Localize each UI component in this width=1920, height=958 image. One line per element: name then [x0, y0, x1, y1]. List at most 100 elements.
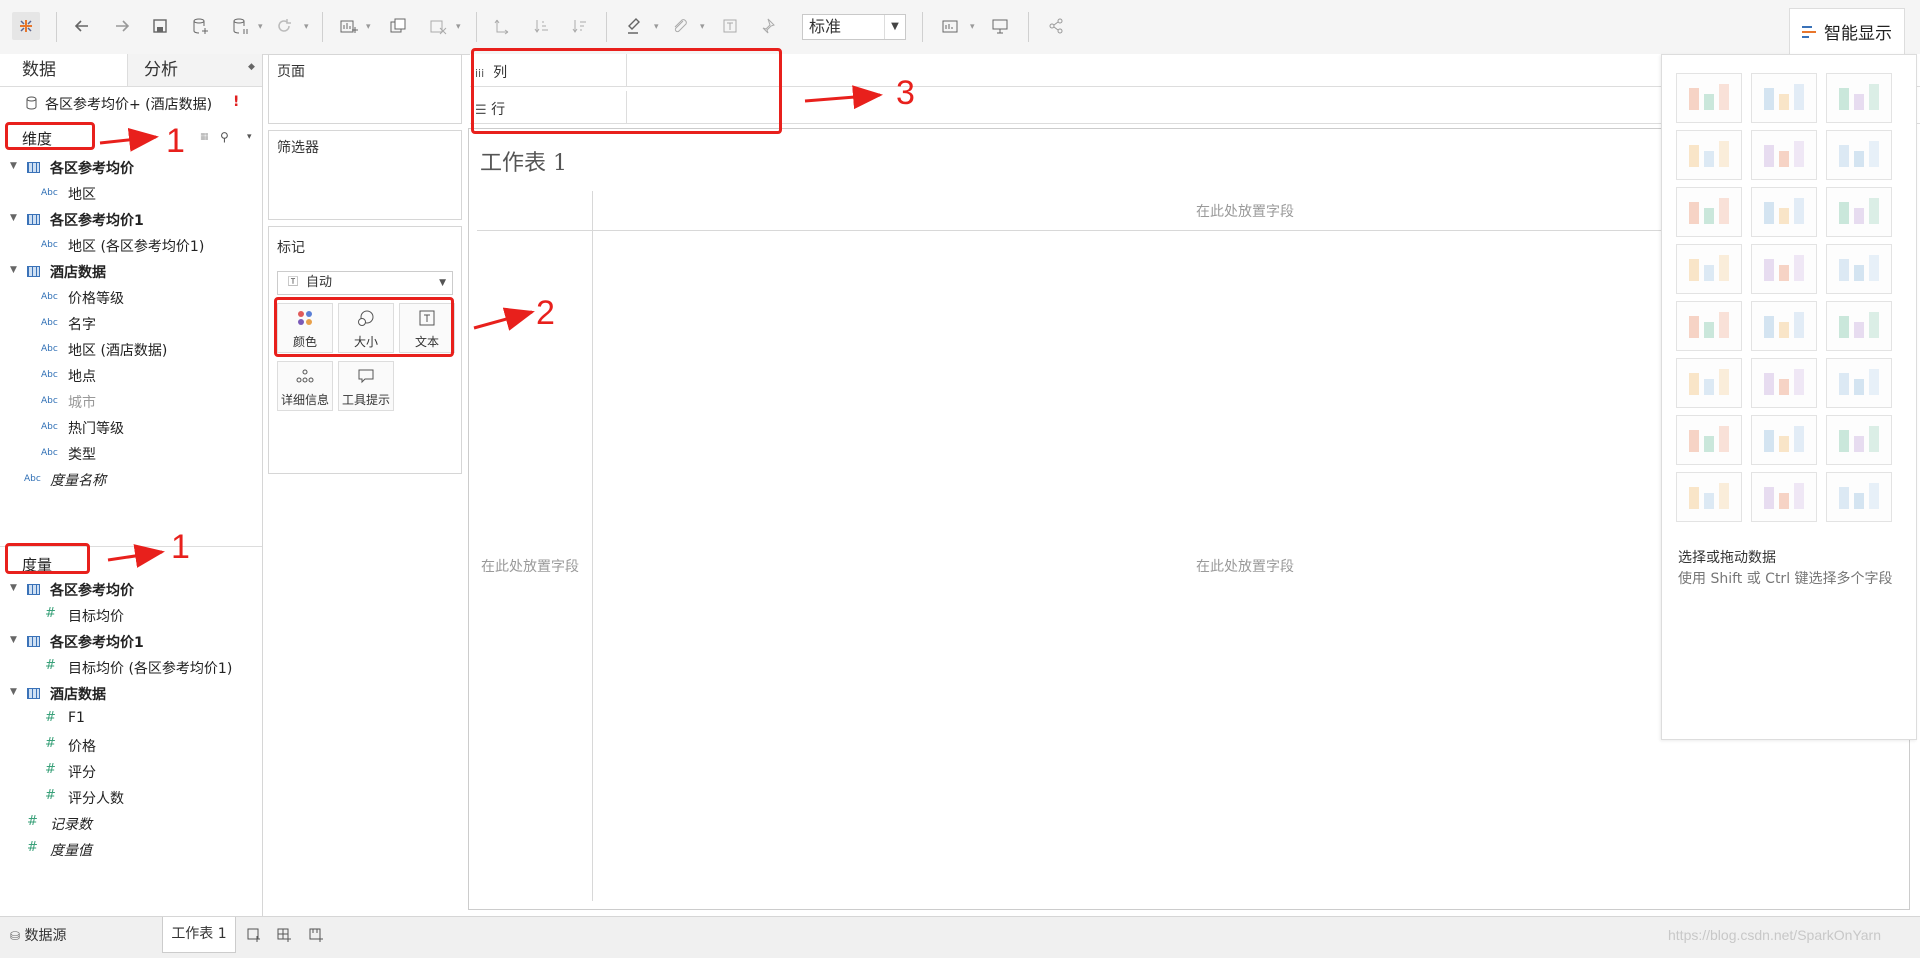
pause-updates-icon[interactable]: [226, 12, 254, 40]
field-item[interactable]: # 评分: [0, 760, 260, 784]
stacked-bars-chart-icon[interactable]: [1751, 187, 1817, 237]
field-item[interactable]: # 记录数: [0, 812, 260, 836]
pie-chart-chart-icon[interactable]: [1826, 130, 1892, 180]
field-item[interactable]: # 度量值: [0, 838, 260, 862]
tab-data[interactable]: 数据: [0, 54, 128, 86]
tab-analytics[interactable]: 分析: [144, 54, 178, 86]
discrete-lines-chart-icon[interactable]: [1751, 301, 1817, 351]
undo-icon[interactable]: [68, 12, 96, 40]
clear-sheet-icon[interactable]: [424, 12, 452, 40]
field-item[interactable]: Abc 名字: [0, 312, 260, 336]
field-label: F1: [68, 710, 85, 726]
show-cards-icon[interactable]: [936, 12, 964, 40]
new-worksheet-tab-icon[interactable]: [246, 927, 262, 947]
refresh-icon[interactable]: [270, 12, 298, 40]
dual-lines-chart-icon[interactable]: [1826, 301, 1892, 351]
field-folder[interactable]: ▼ 各区参考均价1: [0, 208, 260, 232]
fix-axes-icon[interactable]: [756, 12, 784, 40]
field-item[interactable]: Abc 地区: [0, 182, 260, 206]
bullet-graph-chart-icon[interactable]: [1751, 472, 1817, 522]
highlight-table-chart-icon[interactable]: [1826, 73, 1892, 123]
show-labels-icon[interactable]: [716, 12, 744, 40]
datasource-name[interactable]: 各区参考均价+ (酒店数据): [45, 94, 212, 114]
show-me-tab[interactable]: 智能显示: [1789, 8, 1905, 54]
chevron-down-icon[interactable]: ▼: [10, 265, 17, 275]
chevron-down-icon[interactable]: ▼: [10, 583, 17, 593]
packed-bubbles-chart-icon[interactable]: [1826, 472, 1892, 522]
field-folder[interactable]: ▼ 各区参考均价1: [0, 630, 260, 654]
rows-drop-zone[interactable]: 在此处放置字段: [481, 556, 579, 576]
box-whisker-chart-icon[interactable]: [1826, 415, 1892, 465]
view-drop-zone[interactable]: 在此处放置字段: [1196, 556, 1294, 576]
fit-view-select[interactable]: 标准 ▼: [802, 14, 906, 40]
field-item[interactable]: # F1: [0, 708, 260, 732]
field-item[interactable]: # 目标均价 (各区参考均价1): [0, 656, 260, 680]
new-worksheet-icon[interactable]: [334, 12, 362, 40]
swap-axes-icon[interactable]: [488, 12, 516, 40]
chevron-down-icon[interactable]: ▼: [10, 635, 17, 645]
sort-ascending-icon[interactable]: [528, 12, 556, 40]
filters-shelf[interactable]: 筛选器: [268, 130, 462, 220]
chevron-down-icon[interactable]: ▼: [10, 213, 17, 223]
sort-descending-icon[interactable]: [566, 12, 594, 40]
save-icon[interactable]: [146, 12, 174, 40]
redo-icon[interactable]: [108, 12, 136, 40]
view-toggle-icon[interactable]: ▦: [200, 132, 209, 142]
chevron-down-icon[interactable]: ▼: [10, 161, 17, 171]
symbol-map-chart-icon[interactable]: [1676, 130, 1742, 180]
continuous-lines-chart-icon[interactable]: [1676, 301, 1742, 351]
histogram-chart-icon[interactable]: [1751, 415, 1817, 465]
sheet-title[interactable]: 工作表 1: [480, 145, 567, 177]
chevron-down-icon[interactable]: ▾: [247, 132, 252, 142]
area-discrete-chart-icon[interactable]: [1751, 358, 1817, 408]
field-label: 地区: [68, 187, 96, 203]
tooltip-mark-button[interactable]: 工具提示: [338, 361, 394, 411]
detail-mark-button[interactable]: 详细信息: [277, 361, 333, 411]
field-item[interactable]: Abc 热门等级: [0, 416, 260, 440]
area-continuous-chart-icon[interactable]: [1676, 358, 1742, 408]
highlight-icon[interactable]: [620, 12, 648, 40]
sheet-tab-1[interactable]: 工作表 1: [162, 917, 236, 953]
pages-shelf[interactable]: 页面: [268, 54, 462, 124]
tableau-logo-icon[interactable]: [12, 12, 40, 40]
gantt-chart-icon[interactable]: [1676, 472, 1742, 522]
scatter-plot-chart-icon[interactable]: [1676, 415, 1742, 465]
side-by-side-circles-chart-icon[interactable]: [1826, 244, 1892, 294]
treemap-chart-icon[interactable]: [1676, 244, 1742, 294]
new-story-icon[interactable]: [308, 927, 324, 947]
presentation-mode-icon[interactable]: [986, 12, 1014, 40]
pane-menu-icon[interactable]: ◆: [248, 62, 255, 72]
field-label: 各区参考均价: [50, 161, 134, 177]
field-item[interactable]: # 评分人数: [0, 786, 260, 810]
field-folder[interactable]: ▼ 酒店数据: [0, 260, 260, 284]
field-item[interactable]: Abc 地点: [0, 364, 260, 388]
mark-type-select[interactable]: 🅃 自动 ▼: [277, 271, 453, 295]
filled-map-chart-icon[interactable]: [1751, 130, 1817, 180]
duplicate-sheet-icon[interactable]: [384, 12, 412, 40]
horizontal-bars-chart-icon[interactable]: [1676, 187, 1742, 237]
field-folder[interactable]: ▼ 各区参考均价: [0, 156, 260, 180]
text-table-chart-icon[interactable]: [1676, 73, 1742, 123]
field-item[interactable]: Abc 类型: [0, 442, 260, 466]
datasource-tab[interactable]: ⛁ 数据源: [10, 925, 67, 945]
group-members-icon[interactable]: [666, 12, 694, 40]
field-folder[interactable]: ▼ 各区参考均价: [0, 578, 260, 602]
field-item[interactable]: Abc 城市: [0, 390, 260, 414]
new-datasource-icon[interactable]: [186, 12, 214, 40]
share-icon[interactable]: [1042, 12, 1070, 40]
heat-map-chart-icon[interactable]: [1751, 73, 1817, 123]
columns-drop-zone[interactable]: 在此处放置字段: [1196, 201, 1294, 221]
field-item[interactable]: Abc 地区 (各区参考均价1): [0, 234, 260, 258]
search-icon[interactable]: ⚲: [220, 130, 229, 144]
field-item[interactable]: # 目标均价: [0, 604, 260, 628]
circle-views-chart-icon[interactable]: [1751, 244, 1817, 294]
field-item[interactable]: Abc 度量名称: [0, 468, 260, 492]
field-item[interactable]: Abc 地区 (酒店数据): [0, 338, 260, 362]
field-item[interactable]: # 价格: [0, 734, 260, 758]
new-dashboard-icon[interactable]: [276, 927, 292, 947]
field-item[interactable]: Abc 价格等级: [0, 286, 260, 310]
field-folder[interactable]: ▼ 酒店数据: [0, 682, 260, 706]
chevron-down-icon[interactable]: ▼: [10, 687, 17, 697]
side-by-side-bars-chart-icon[interactable]: [1826, 187, 1892, 237]
dual-combination-chart-icon[interactable]: [1826, 358, 1892, 408]
